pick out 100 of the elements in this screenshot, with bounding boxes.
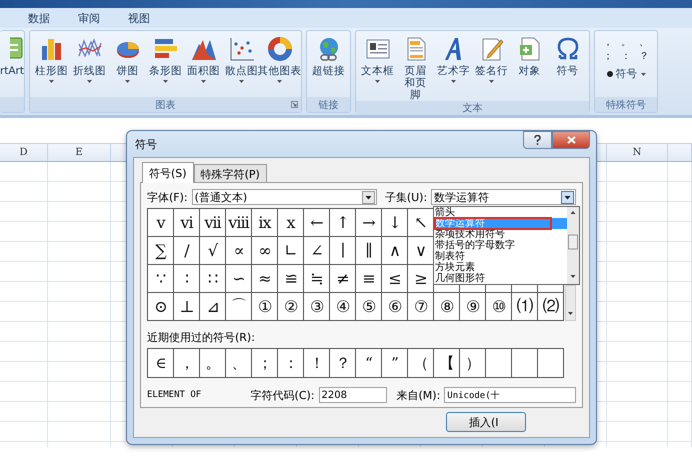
symbol-cell[interactable]: viii (226, 209, 252, 237)
empty-cell[interactable] (486, 349, 512, 378)
symbol-cell[interactable]: ∣ (330, 237, 356, 265)
from-dropdown[interactable]: Unicode(十 (444, 387, 576, 403)
symbol-cell[interactable]: ∑ (148, 237, 174, 265)
smartart-button[interactable]: rtArt (0, 33, 24, 97)
ribbon-button[interactable]: 面积图 (185, 33, 222, 97)
symbol-cell[interactable]: ⑧ (434, 293, 460, 321)
symbol-cell[interactable]: ⊙ (148, 293, 174, 321)
column-header[interactable]: N (607, 144, 668, 161)
symbol-cell[interactable]: ∕ (174, 237, 200, 265)
dialog-tab[interactable]: 符号(S) (142, 162, 194, 183)
recent-symbol-cell[interactable]: ： (278, 349, 304, 378)
empty-cell[interactable] (538, 349, 564, 378)
subset-option[interactable]: 箭头 (434, 207, 567, 218)
symbol-cell[interactable]: ↑ (330, 209, 356, 237)
symbol-cell[interactable]: vii (200, 209, 226, 237)
scrollbar[interactable] (567, 207, 579, 284)
recent-symbol-cell[interactable]: ∈ (148, 349, 174, 378)
symbol-cell[interactable]: ≡ (356, 265, 382, 293)
symbol-cell[interactable]: ∟ (278, 237, 304, 265)
column-header[interactable]: E (48, 144, 111, 161)
ribbon-button[interactable]: 艺术字 (435, 33, 472, 101)
symbol-button[interactable]: ， (600, 35, 616, 49)
symbol-button[interactable]: 、 (636, 35, 652, 49)
ribbon-button[interactable]: 条形图 (147, 33, 184, 97)
subset-option[interactable]: 制表符 (434, 251, 567, 262)
dialog-tab[interactable]: 特殊字符(P) (194, 164, 267, 182)
symbol-cell[interactable]: ⑩ (486, 293, 512, 321)
symbol-cell[interactable]: ≒ (304, 265, 330, 293)
symbol-cell[interactable]: ⑤ (356, 293, 382, 321)
symbol-cell[interactable]: ∷ (200, 265, 226, 293)
symbol-cell[interactable]: → (356, 209, 382, 237)
symbol-cell[interactable]: ≤ (382, 265, 408, 293)
ribbon-button[interactable]: 柱形图 (33, 33, 70, 97)
menu-tab[interactable]: 视图 (126, 10, 152, 26)
symbol-cell[interactable]: ⑨ (460, 293, 486, 321)
insert-button[interactable]: 插入(I (446, 412, 526, 432)
scroll-down-arrow-icon[interactable] (567, 312, 574, 316)
close-button[interactable] (552, 131, 590, 149)
recent-symbol-cell[interactable]: ？ (330, 349, 356, 378)
recent-symbol-cell[interactable]: ； (252, 349, 278, 378)
subset-option[interactable]: 带括号的字母数字 (434, 240, 567, 251)
symbol-cell[interactable]: √ (200, 237, 226, 265)
subset-dropdown[interactable]: 数学运算符 (431, 189, 576, 205)
ribbon-button[interactable]: 折线图 (71, 33, 108, 97)
ribbon-button[interactable]: 超链接 (310, 33, 347, 97)
symbol-cell[interactable]: ∠ (304, 237, 330, 265)
ribbon-button[interactable]: 对象 (511, 33, 548, 101)
ribbon-button[interactable]: 文本框 (359, 33, 396, 101)
symbol-cell[interactable]: v (148, 209, 174, 237)
symbol-cell[interactable]: ∵ (148, 265, 174, 293)
recent-symbol-cell[interactable]: ” (382, 349, 408, 378)
symbol-cell[interactable]: ∶ (174, 265, 200, 293)
symbol-button[interactable]: ： (618, 49, 634, 63)
symbol-cell[interactable]: ④ (330, 293, 356, 321)
help-button[interactable] (523, 131, 552, 149)
symbol-cell[interactable]: ← (304, 209, 330, 237)
column-header[interactable]: D (0, 144, 48, 161)
symbol-button[interactable]: ； (600, 49, 616, 63)
dialog-launcher-icon[interactable] (291, 101, 298, 108)
empty-cell[interactable] (512, 349, 538, 378)
symbol-cell[interactable]: vi (174, 209, 200, 237)
recent-symbol-cell[interactable]: ） (460, 349, 486, 378)
symbol-cell[interactable]: ∞ (252, 237, 278, 265)
ribbon-button[interactable]: 签名行 (473, 33, 510, 101)
font-dropdown[interactable]: (普通文本) (192, 189, 377, 205)
symbol-cell[interactable]: ⊥ (174, 293, 200, 321)
symbol-button[interactable]: 。 (618, 35, 634, 49)
recent-symbol-cell[interactable]: ！ (304, 349, 330, 378)
ribbon-button[interactable]: 页眉和页脚 (397, 33, 434, 101)
symbol-cell[interactable]: ① (252, 293, 278, 321)
recent-symbol-cell[interactable]: “ (356, 349, 382, 378)
symbol-cell[interactable]: ③ (304, 293, 330, 321)
symbol-cell[interactable]: ⌒ (226, 293, 252, 321)
char-code-field[interactable]: 2208 (318, 387, 387, 403)
symbol-cell[interactable]: ↓ (382, 209, 408, 237)
menu-tab[interactable]: 数据 (26, 10, 52, 26)
symbol-cell[interactable]: ∝ (226, 237, 252, 265)
symbol-menu-button[interactable]: 符号 (604, 65, 648, 83)
recent-symbol-cell[interactable]: （ (408, 349, 434, 378)
recent-symbol-cell[interactable]: 。 (200, 349, 226, 378)
symbol-button[interactable]: ？ (636, 49, 652, 63)
symbol-cell[interactable]: ≠ (330, 265, 356, 293)
symbol-cell[interactable]: ⑴ (512, 293, 538, 321)
recent-symbol-cell[interactable]: ， (174, 349, 200, 378)
symbol-cell[interactable]: ix (252, 209, 278, 237)
symbol-cell[interactable]: ≌ (278, 265, 304, 293)
menu-tab[interactable]: 审阅 (76, 10, 102, 26)
symbol-cell[interactable]: ∥ (356, 237, 382, 265)
symbol-cell[interactable]: ⑥ (382, 293, 408, 321)
recent-symbol-cell[interactable]: 【 (434, 349, 460, 378)
symbol-cell[interactable]: ≈ (252, 265, 278, 293)
scrollbar[interactable] (565, 285, 576, 321)
symbol-cell[interactable]: ⑵ (538, 293, 564, 321)
symbol-cell[interactable]: ∧ (382, 237, 408, 265)
symbol-cell[interactable]: ② (278, 293, 304, 321)
ribbon-button[interactable]: 符号 (549, 33, 586, 101)
subset-option[interactable]: 几何图形符 (434, 273, 567, 284)
subset-option[interactable]: 方块元素 (434, 262, 567, 273)
